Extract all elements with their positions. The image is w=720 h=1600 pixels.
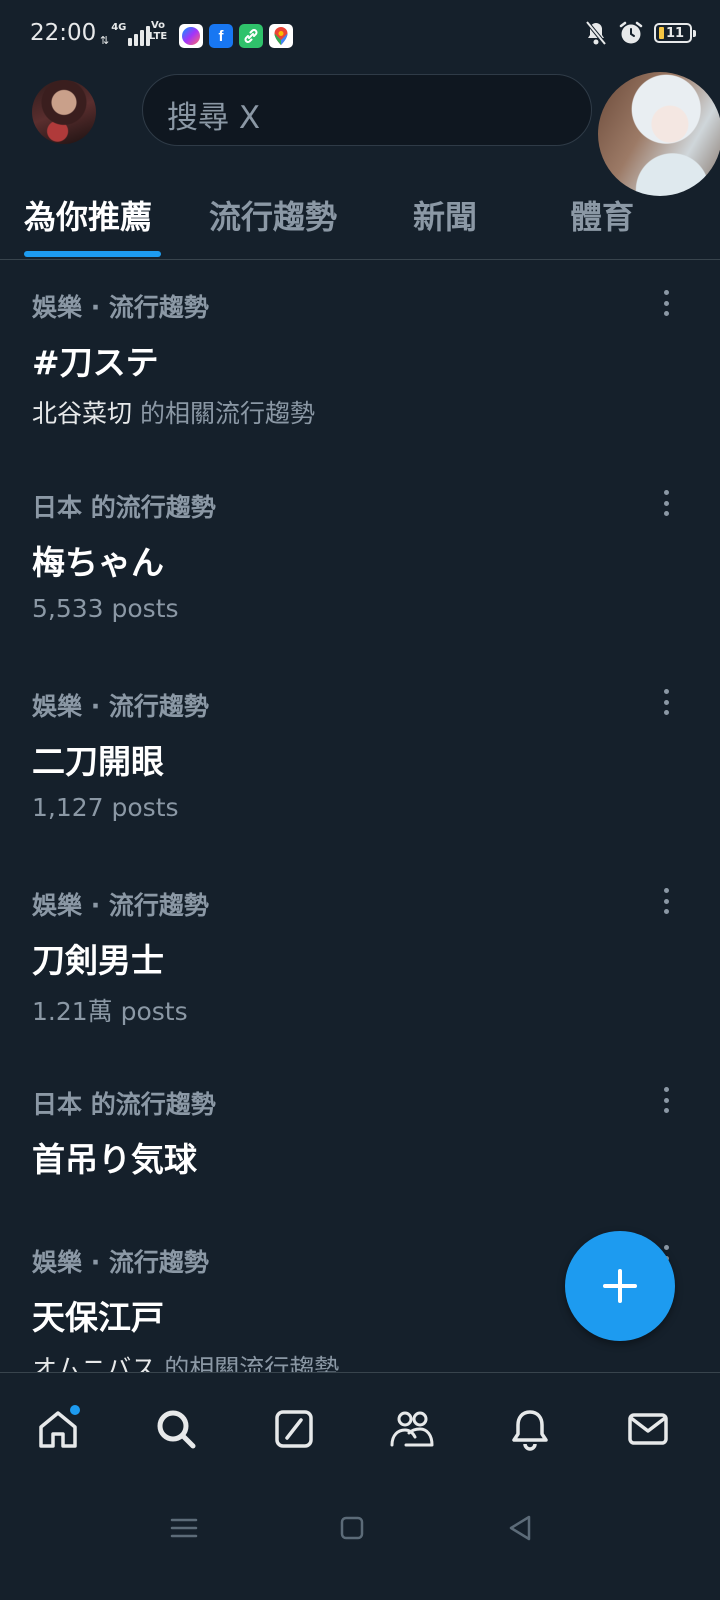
nav-communities[interactable] xyxy=(388,1405,436,1453)
nav-home[interactable] xyxy=(34,1405,82,1453)
messages-icon xyxy=(628,1413,668,1445)
trend-context: 娛樂 · 流行趨勢 xyxy=(32,1248,209,1277)
trend-title: #刀ステ xyxy=(32,343,159,382)
trend-context: 娛樂 · 流行趨勢 xyxy=(32,293,209,322)
volte-icon: Vo LTE xyxy=(148,20,168,42)
new-content-dot xyxy=(70,1405,80,1415)
tab-trending[interactable]: 流行趨勢 xyxy=(209,192,337,238)
maps-icon xyxy=(269,24,293,48)
signal-icon: ⇅ 4G xyxy=(100,22,151,46)
trend-title: 刀剣男士 xyxy=(32,941,164,980)
notifications-icon xyxy=(512,1410,548,1451)
link-icon xyxy=(239,24,263,48)
nav-explore[interactable] xyxy=(152,1405,200,1453)
facebook-icon: f xyxy=(209,24,233,48)
search-input[interactable]: 搜尋 X xyxy=(142,74,592,146)
trend-context: 娛樂 · 流行趨勢 xyxy=(32,891,209,920)
search-placeholder: 搜尋 X xyxy=(167,100,261,136)
status-time: 22:00 xyxy=(30,20,97,46)
square-icon xyxy=(340,1516,364,1540)
tab-for-you[interactable]: 為你推薦 xyxy=(24,192,152,238)
trend-post-count: 1,127 posts xyxy=(32,793,179,822)
trend-item[interactable]: 娛樂 · 流行趨勢 #刀ステ 北谷菜切 的相關流行趨勢 xyxy=(0,288,720,478)
tab-news[interactable]: 新聞 xyxy=(413,192,477,238)
grok-icon xyxy=(275,1410,313,1448)
explore-screen: 22:00 ⇅ 4G Vo LTE f 11 搜尋 X 為你推薦 流行趨勢 新聞… xyxy=(0,0,720,1600)
trend-title: 首吊り気球 xyxy=(32,1140,197,1179)
more-options-icon[interactable] xyxy=(656,488,676,518)
explore-tabs: 為你推薦 流行趨勢 新聞 體育 xyxy=(0,176,720,260)
system-nav-bar xyxy=(0,1484,720,1600)
trend-post-count: 1.21萬 posts xyxy=(32,997,188,1026)
alarm-icon xyxy=(619,21,643,44)
recent-apps-button[interactable] xyxy=(164,1508,204,1548)
status-bar: 22:00 ⇅ 4G Vo LTE f 11 xyxy=(0,0,720,72)
bottom-nav xyxy=(0,1372,720,1484)
trend-context: 日本 的流行趨勢 xyxy=(32,1090,216,1119)
back-button[interactable] xyxy=(500,1508,540,1548)
trend-title: 天保江戸 xyxy=(32,1298,164,1337)
more-options-icon[interactable] xyxy=(656,687,676,717)
search-icon xyxy=(157,1410,196,1449)
messenger-icon xyxy=(179,24,203,48)
silent-icon xyxy=(585,20,607,46)
tab-sports[interactable]: 體育 xyxy=(570,192,634,238)
trend-title: 梅ちゃん xyxy=(32,543,164,582)
trend-item[interactable]: 娛樂 · 流行趨勢 刀剣男士 1.21萬 posts xyxy=(0,886,720,1076)
profile-avatar[interactable] xyxy=(32,80,96,144)
trend-context: 日本 的流行趨勢 xyxy=(32,493,216,522)
trend-item[interactable]: 娛樂 · 流行趨勢 二刀開眼 1,127 posts xyxy=(0,687,720,877)
nav-messages[interactable] xyxy=(624,1405,672,1453)
more-options-icon[interactable] xyxy=(656,288,676,318)
nav-grok[interactable] xyxy=(270,1405,318,1453)
battery-icon: 11 xyxy=(654,23,696,43)
trend-context: 娛樂 · 流行趨勢 xyxy=(32,692,209,721)
menu-icon xyxy=(170,1518,198,1538)
trend-post-count: 5,533 posts xyxy=(32,594,179,623)
trend-title: 二刀開眼 xyxy=(32,742,164,781)
plus-icon xyxy=(603,1269,637,1303)
active-tab-indicator xyxy=(24,251,161,257)
back-triangle-icon xyxy=(509,1515,531,1541)
compose-post-button[interactable] xyxy=(565,1231,675,1341)
status-right: 11 xyxy=(584,20,696,46)
nav-notifications[interactable] xyxy=(506,1405,554,1453)
trend-subtitle: 北谷菜切 的相關流行趨勢 xyxy=(32,399,315,428)
trend-subtitle: オムニバス 的相關流行趨勢 xyxy=(32,1354,340,1372)
more-options-icon[interactable] xyxy=(656,886,676,916)
communities-icon xyxy=(390,1411,434,1447)
trend-item[interactable]: 日本 的流行趨勢 梅ちゃん 5,533 posts xyxy=(0,488,720,678)
more-options-icon[interactable] xyxy=(656,1085,676,1115)
home-button[interactable] xyxy=(332,1508,372,1548)
